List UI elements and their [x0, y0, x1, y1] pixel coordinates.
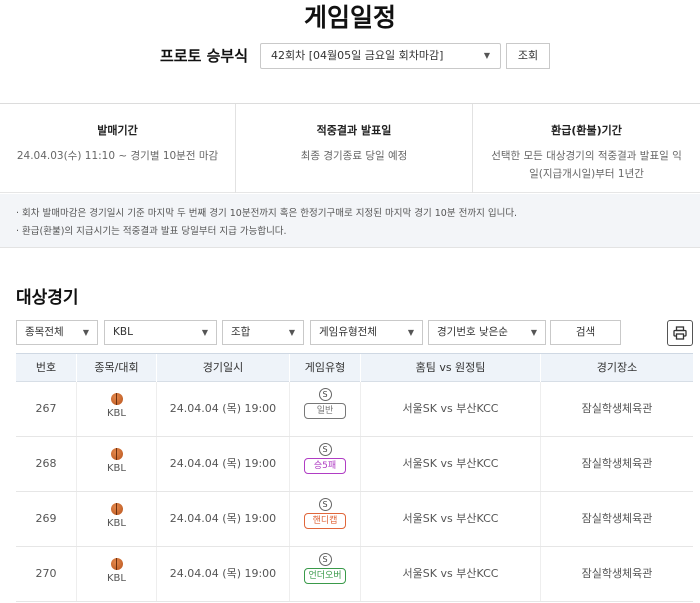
col-header-game-type: 게임유형 — [290, 354, 361, 382]
league-filter-select[interactable]: KBL ▼ — [104, 320, 217, 345]
info-text: 24.04.03(수) 11:10 ~ 경기별 10분전 마감 — [16, 150, 219, 162]
game-type-badge: 핸디캡 — [304, 513, 346, 529]
round-select-value: 42회차 [04월05일 금요일 회차마감] — [271, 49, 444, 62]
league-name: KBL — [107, 408, 126, 419]
sales-info-box: 발매기간 24.04.03(수) 11:10 ~ 경기별 10분전 마감 적중결… — [0, 103, 700, 193]
game-type-cell: S 언더오버 — [290, 547, 361, 601]
search-button[interactable]: 검색 — [550, 320, 621, 345]
chevron-down-icon: ▼ — [407, 328, 414, 337]
game-number: 270 — [16, 547, 77, 601]
notice-line: · 환급(환불)의 지급시기는 적중결과 발표 당일부터 지급 가능합니다. — [16, 226, 287, 237]
chevron-down-icon: ▼ — [483, 51, 490, 60]
page-title: 게임일정 — [303, 3, 396, 32]
round-search-button[interactable]: 조회 — [506, 43, 550, 69]
games-table: 번호 종목/대회 경기일시 게임유형 홈팀 vs 원정팀 경기장소 267 KB… — [16, 353, 693, 602]
match-teams: 서울SK vs 부산KCC — [361, 547, 541, 601]
table-row[interactable]: 269 KBL 24.04.04 (목) 19:00 S 핸디캡 서울SK vs… — [16, 492, 693, 547]
match-teams: 서울SK vs 부산KCC — [361, 492, 541, 546]
game-datetime: 24.04.04 (목) 19:00 — [157, 547, 290, 601]
sort-select[interactable]: 경기번호 낮은순 ▼ — [428, 320, 546, 345]
league-cell: KBL — [77, 382, 157, 436]
venue: 잠실학생체육관 — [581, 402, 653, 415]
col-header-datetime: 경기일시 — [157, 354, 290, 382]
basketball-icon — [110, 503, 123, 515]
info-text: 선택한 모든 대상경기의 적중결과 발표일 익일(지급개시일)부터 1년간 — [491, 150, 682, 180]
chevron-down-icon: ▼ — [530, 328, 537, 337]
game-type-badge: 승5패 — [304, 458, 346, 474]
game-type-cell: S 핸디캡 — [290, 492, 361, 546]
basketball-icon — [110, 393, 123, 405]
section-title: 대상경기 — [16, 288, 79, 308]
round-select[interactable]: 42회차 [04월05일 금요일 회차마감] ▼ — [260, 43, 501, 69]
info-text: 최종 경기종료 당일 예정 — [300, 150, 408, 162]
col-header-league: 종목/대회 — [77, 354, 157, 382]
match-teams: 서울SK vs 부산KCC — [361, 382, 541, 436]
table-row[interactable]: 270 KBL 24.04.04 (목) 19:00 S 언더오버 서울SK v… — [16, 547, 693, 602]
table-row[interactable]: 267 KBL 24.04.04 (목) 19:00 S 일반 서울SK vs … — [16, 382, 693, 437]
chevron-down-icon: ▼ — [82, 328, 89, 337]
game-datetime: 24.04.04 (목) 19:00 — [157, 492, 290, 546]
game-type-cell: S 승5패 — [290, 437, 361, 491]
venue: 잠실학생체육관 — [581, 512, 653, 525]
round-selector-row: 프로토 승부식 42회차 [04월05일 금요일 회차마감] ▼ 조회 — [0, 43, 700, 69]
basketball-icon — [110, 558, 123, 570]
print-button[interactable] — [667, 320, 693, 346]
table-row[interactable]: 268 KBL 24.04.04 (목) 19:00 S 승5패 서울SK vs… — [16, 437, 693, 492]
single-game-icon: S — [318, 388, 332, 401]
single-game-icon: S — [318, 553, 332, 566]
info-title: 환급(환불)기간 — [551, 124, 622, 137]
combo-filter-select[interactable]: 조합 ▼ — [222, 320, 304, 345]
venue: 잠실학생체육관 — [581, 567, 653, 580]
single-game-icon: S — [318, 498, 332, 511]
basketball-icon — [110, 448, 123, 460]
venue: 잠실학생체육관 — [581, 457, 653, 470]
sort-value: 경기번호 낮은순 — [437, 326, 508, 338]
single-game-icon: S — [318, 443, 332, 456]
game-number: 268 — [16, 437, 77, 491]
col-header-venue: 경기장소 — [596, 361, 638, 374]
info-result-date: 적중결과 발표일 최종 경기종료 당일 예정 — [236, 104, 473, 193]
combo-filter-value: 조합 — [231, 326, 251, 338]
chevron-down-icon: ▼ — [201, 328, 208, 337]
game-datetime: 24.04.04 (목) 19:00 — [157, 382, 290, 436]
game-number: 269 — [16, 492, 77, 546]
col-header-number: 번호 — [16, 354, 77, 382]
league-filter-value: KBL — [113, 326, 133, 338]
printer-icon — [673, 326, 687, 340]
league-cell: KBL — [77, 547, 157, 601]
round-label: 프로토 승부식 — [160, 47, 249, 65]
notice-box: · 회차 발매마감은 경기일시 기준 마지막 두 번째 경기 10분전까지 혹은… — [0, 194, 700, 248]
sport-filter-value: 종목전체 — [25, 326, 64, 338]
info-refund-period: 환급(환불)기간 선택한 모든 대상경기의 적중결과 발표일 익일(지급개시일)… — [473, 104, 700, 193]
game-type-cell: S 일반 — [290, 382, 361, 436]
game-type-filter-select[interactable]: 게임유형전체 ▼ — [310, 320, 423, 345]
league-name: KBL — [107, 463, 126, 474]
info-sales-period: 발매기간 24.04.03(수) 11:10 ~ 경기별 10분전 마감 — [0, 104, 236, 193]
match-teams: 서울SK vs 부산KCC — [361, 437, 541, 491]
col-header-match: 홈팀 vs 원정팀 — [361, 354, 541, 382]
sport-filter-select[interactable]: 종목전체 ▼ — [16, 320, 98, 345]
info-title: 적중결과 발표일 — [316, 124, 392, 137]
info-title: 발매기간 — [97, 124, 138, 137]
chevron-down-icon: ▼ — [288, 328, 295, 337]
league-name: KBL — [107, 518, 126, 529]
filter-bar: 종목전체 ▼ KBL ▼ 조합 ▼ 게임유형전체 ▼ 경기번호 낮은순 ▼ 검색 — [0, 320, 700, 347]
game-number: 267 — [16, 382, 77, 436]
game-datetime: 24.04.04 (목) 19:00 — [157, 437, 290, 491]
league-cell: KBL — [77, 492, 157, 546]
table-header: 번호 종목/대회 경기일시 게임유형 홈팀 vs 원정팀 경기장소 — [16, 353, 693, 382]
game-type-filter-value: 게임유형전체 — [319, 326, 377, 338]
league-name: KBL — [107, 573, 126, 584]
notice-line: · 회차 발매마감은 경기일시 기준 마지막 두 번째 경기 10분전까지 혹은… — [16, 208, 518, 219]
league-cell: KBL — [77, 437, 157, 491]
game-type-badge: 언더오버 — [304, 568, 346, 584]
game-type-badge: 일반 — [304, 403, 346, 419]
